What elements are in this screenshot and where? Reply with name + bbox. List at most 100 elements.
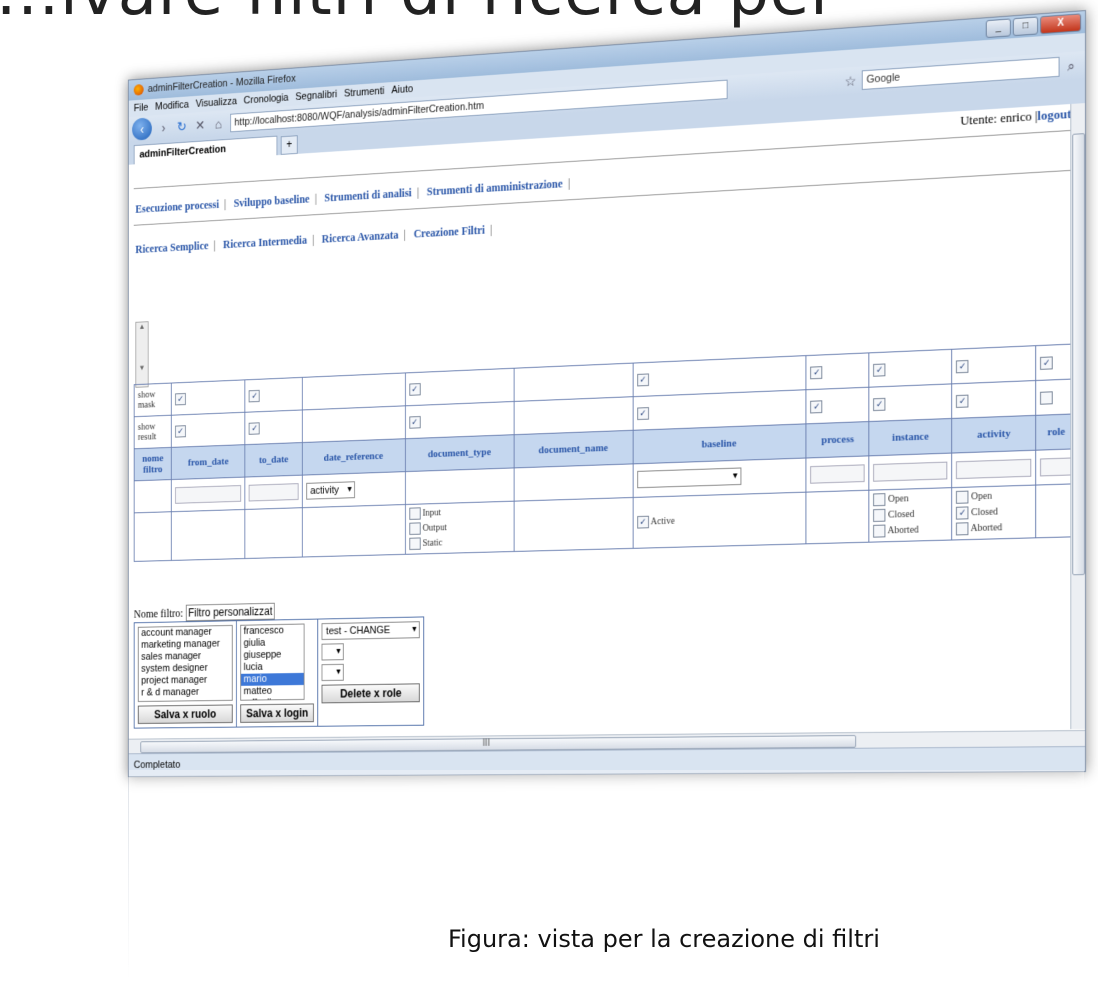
- role-option[interactable]: marketing manager: [139, 638, 232, 652]
- cell-document-type-options: Input Output Static: [405, 501, 515, 555]
- save-by-login-button[interactable]: Salva x login: [240, 703, 315, 723]
- checkbox[interactable]: ✓: [810, 399, 823, 413]
- activity-input[interactable]: [956, 458, 1032, 480]
- checkbox[interactable]: ✓: [1040, 355, 1054, 370]
- login-option[interactable]: mario: [241, 672, 304, 686]
- login-option[interactable]: raffaello: [241, 697, 304, 700]
- save-by-role-button[interactable]: Salva x ruolo: [137, 704, 233, 724]
- checkbox[interactable]: ✓: [637, 515, 649, 529]
- checkbox[interactable]: ✓: [175, 392, 186, 405]
- menu-visualizza[interactable]: Visualizza: [196, 96, 237, 110]
- maximize-button[interactable]: □: [1012, 16, 1039, 37]
- login-option[interactable]: giuseppe: [241, 649, 304, 662]
- nav-esecuzione-processi[interactable]: Esecuzione processi: [135, 198, 219, 216]
- cell-empty: [405, 467, 515, 505]
- to-date-input[interactable]: [249, 483, 299, 502]
- instance-input[interactable]: [873, 461, 948, 482]
- forward-arrow-icon[interactable]: ›: [157, 120, 170, 136]
- menu-file[interactable]: File: [134, 102, 149, 114]
- checkbox[interactable]: ✓: [956, 394, 969, 408]
- nav-sviluppo-baseline[interactable]: Sviluppo baseline: [234, 192, 310, 210]
- checkbox[interactable]: ✓: [873, 397, 886, 411]
- checkbox-option[interactable]: Aborted: [956, 520, 1031, 538]
- home-icon[interactable]: ⌂: [212, 116, 225, 132]
- bookmark-star-icon[interactable]: ☆: [843, 73, 858, 90]
- menu-aiuto[interactable]: Aiuto: [391, 83, 413, 96]
- checkbox[interactable]: ✓: [956, 359, 969, 373]
- role-column: account manager marketing manager sales ma…: [134, 621, 237, 728]
- checkbox[interactable]: ✓: [873, 362, 886, 377]
- vertical-scrollbar[interactable]: [1070, 103, 1086, 730]
- delete-by-role-button[interactable]: Delete x role: [321, 683, 421, 704]
- row-label: show mask: [134, 383, 172, 417]
- new-tab-button[interactable]: +: [280, 135, 298, 155]
- minimize-button[interactable]: _: [985, 18, 1011, 39]
- browser-window: adminFilterCreation - Mozilla Firefox _ …: [127, 10, 1087, 778]
- empty-select[interactable]: [321, 643, 345, 661]
- checkbox[interactable]: ✓: [637, 372, 649, 386]
- checkbox[interactable]: [956, 490, 969, 505]
- grid-cell: ✓: [806, 352, 870, 390]
- login-option[interactable]: matteo: [241, 685, 304, 698]
- checkbox[interactable]: ✓: [637, 406, 649, 420]
- checkbox[interactable]: [956, 522, 969, 536]
- role-input[interactable]: [1040, 457, 1073, 477]
- checkbox-option[interactable]: Static: [409, 534, 510, 552]
- nav-ricerca-avanzata[interactable]: Ricerca Avanzata: [322, 228, 399, 245]
- cell-activity-options: Open ✓ Closed Aborted: [951, 485, 1036, 541]
- grid-cell: ✓: [405, 401, 515, 439]
- checkbox[interactable]: [409, 507, 421, 521]
- empty-select[interactable]: [321, 663, 345, 681]
- grid-cell: [514, 396, 633, 435]
- reload-icon[interactable]: ↻: [175, 119, 188, 135]
- checkbox[interactable]: [409, 537, 421, 551]
- checkbox[interactable]: ✓: [956, 506, 969, 520]
- filter-list-scrollbar[interactable]: ▲ ▼: [135, 321, 149, 388]
- nav-creazione-filtri[interactable]: Creazione Filtri: [414, 223, 485, 240]
- close-button[interactable]: X: [1040, 13, 1082, 35]
- checkbox[interactable]: ✓: [409, 415, 421, 429]
- grid-cell: ✓: [171, 412, 246, 448]
- role-listbox[interactable]: account manager marketing manager sales ma…: [137, 624, 233, 702]
- column-header: process: [806, 421, 870, 458]
- checkbox[interactable]: ✓: [249, 421, 260, 435]
- baseline-select[interactable]: [637, 466, 742, 488]
- from-date-input[interactable]: [175, 485, 242, 504]
- checkbox-option[interactable]: Aborted: [873, 522, 947, 540]
- checkbox[interactable]: [873, 509, 886, 523]
- date-reference-select[interactable]: activity: [305, 481, 356, 500]
- menu-strumenti[interactable]: Strumenti: [344, 85, 385, 99]
- menu-segnalibri[interactable]: Segnalibri: [295, 89, 337, 103]
- filter-select[interactable]: test - CHANGE: [321, 621, 421, 640]
- checkbox[interactable]: [409, 522, 421, 536]
- checkbox-label: Closed: [971, 506, 998, 519]
- cell-empty: [806, 490, 870, 544]
- login-listbox[interactable]: francescogiuliagiuseppeluciamariomatteor…: [240, 623, 305, 701]
- checkbox[interactable]: ✓: [249, 389, 260, 402]
- role-option[interactable]: r & d manager: [139, 686, 232, 699]
- stop-icon[interactable]: ✕: [193, 117, 206, 133]
- checkbox[interactable]: [873, 524, 886, 538]
- back-arrow-icon[interactable]: ‹: [132, 117, 152, 141]
- nav-ricerca-intermedia[interactable]: Ricerca Intermedia: [223, 233, 307, 251]
- logout-link[interactable]: logout: [1037, 106, 1071, 123]
- filter-name-input[interactable]: [185, 602, 275, 622]
- cell-empty: [245, 507, 303, 559]
- scrollbar-thumb[interactable]: [1072, 133, 1086, 576]
- checkbox[interactable]: [873, 493, 886, 507]
- process-input[interactable]: [810, 464, 865, 484]
- login-option[interactable]: lucia: [241, 661, 304, 674]
- checkbox[interactable]: ✓: [175, 424, 186, 438]
- login-option[interactable]: giulia: [241, 637, 304, 650]
- search-icon[interactable]: ⌕: [1063, 57, 1079, 75]
- nav-strumenti-analisi[interactable]: Strumenti di analisi: [324, 186, 411, 204]
- checkbox[interactable]: ✓: [409, 382, 421, 396]
- checkbox-label: Aborted: [970, 522, 1003, 535]
- menu-cronologia[interactable]: Cronologia: [244, 92, 289, 106]
- nav-strumenti-amministrazione[interactable]: Strumenti di amministrazione: [427, 177, 563, 198]
- menu-modifica[interactable]: Modifica: [155, 99, 189, 112]
- checkbox[interactable]: [1040, 390, 1054, 405]
- checkbox[interactable]: ✓: [810, 365, 823, 379]
- checkbox-option[interactable]: ✓ Active: [637, 510, 802, 530]
- nav-ricerca-semplice[interactable]: Ricerca Semplice: [135, 239, 208, 256]
